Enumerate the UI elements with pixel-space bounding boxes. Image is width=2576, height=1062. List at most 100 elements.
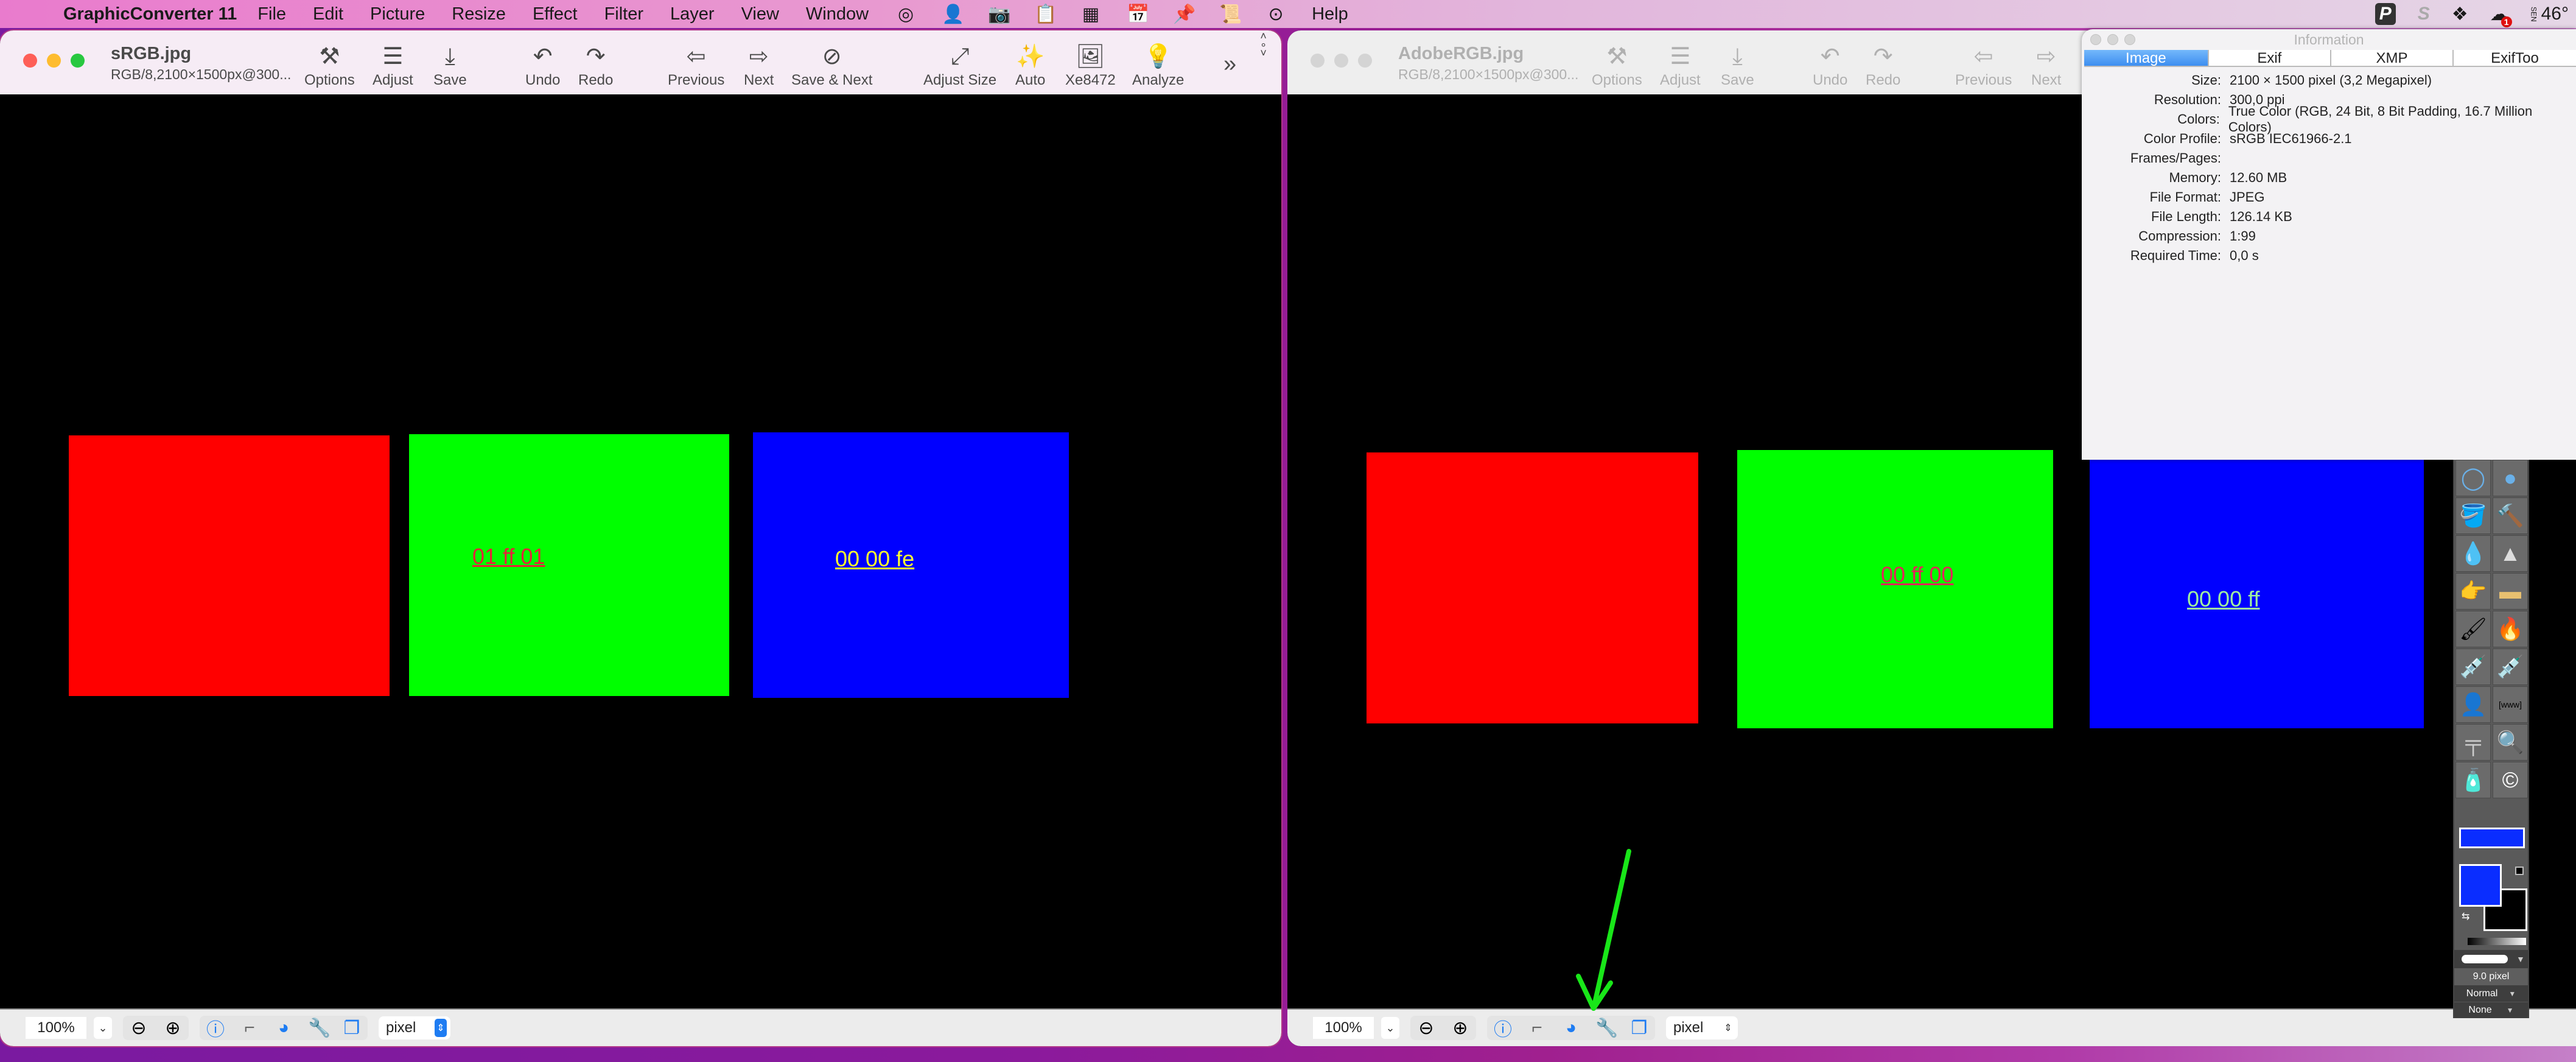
magnifier-icon[interactable]: 🔍 [2493,724,2528,761]
adjust-button[interactable]: ☰ Adjust [1660,41,1701,89]
menu-filter[interactable]: Filter [604,4,643,24]
glue-icon[interactable]: 🧴 [2455,762,2491,798]
zoom-dropdown[interactable]: ⌄ [1381,1017,1399,1039]
pattern-swatch[interactable] [2459,828,2525,848]
copy-icon[interactable]: ❐ [342,1018,362,1039]
save-next-button[interactable]: ⊘ Save & Next [791,41,872,89]
image-canvas[interactable]: 01 ff 01 00 00 fe [0,94,1281,1008]
wrench-icon[interactable]: 🔧 [1595,1018,1618,1039]
previous-button[interactable]: ⇦ Previous [668,41,724,89]
more-icon[interactable]: ⊙ [1265,4,1286,25]
close-button[interactable] [23,54,37,68]
burn-brush-icon[interactable]: 🔥 [2493,611,2528,647]
temperature[interactable]: 46° [2541,4,2569,24]
copy-icon[interactable]: ❐ [1629,1018,1649,1039]
close-button[interactable] [1311,54,1325,68]
copyright-icon[interactable]: © [2493,762,2528,798]
xe8472-button[interactable]: 🖼 Xe8472 [1065,41,1116,89]
redo-button[interactable]: ↷ Redo [1866,41,1900,89]
smudge-finger-icon[interactable]: 👉 [2455,573,2491,610]
ellipse-filled-icon[interactable]: ● [2493,460,2528,496]
caliper-icon[interactable]: ╤ [2455,724,2491,761]
menu-layer[interactable]: Layer [670,4,715,24]
previous-button[interactable]: ⇦ Previous [1955,41,2012,89]
zoom-button[interactable] [71,54,85,68]
text-frame-icon[interactable]: [www] [2493,686,2528,723]
swap-colors-icon[interactable]: ⇆ [2462,910,2469,923]
dropbox-icon[interactable]: ❖ [2452,4,2468,25]
color-profile-icon[interactable]: ◕ [274,1018,293,1038]
save-button[interactable]: ⤓ Save [1721,41,1754,89]
water-drop-icon[interactable]: 💧 [2455,535,2491,572]
zoom-field[interactable]: 100% [1313,1017,1374,1039]
camera-icon[interactable]: 📷 [988,4,1010,25]
menu-effect[interactable]: Effect [533,4,578,24]
undo-button[interactable]: ↶ Undo [525,41,560,89]
ruler-icon[interactable]: ⌐ [240,1018,259,1038]
minimize-button[interactable] [47,54,61,68]
menu-edit[interactable]: Edit [313,4,343,24]
extra-mode-select[interactable]: None ▼ [2454,1002,2528,1018]
weather-icon[interactable]: SEN [2530,7,2538,22]
tab-image[interactable]: Image [2084,50,2209,66]
tab-exiftool[interactable]: ExifToo [2454,50,2576,66]
pin-icon[interactable]: 📌 [1173,4,1195,25]
blend-mode-select[interactable]: Normal ▼ [2454,985,2528,1002]
brush-icon[interactable]: 🖌 [2455,611,2491,647]
menu-resize[interactable]: Resize [452,4,506,24]
s-app-icon[interactable]: S [2418,4,2430,24]
adjust-size-button[interactable]: ⤢ Adjust Size [923,41,996,89]
info-icon[interactable]: ⓘ [206,1015,225,1041]
options-button[interactable]: ⚒ Options [1592,41,1642,89]
analyze-button[interactable]: 💡 Analyze [1132,41,1184,89]
tab-exif[interactable]: Exif [2208,50,2331,66]
toolbar-scroll-stepper[interactable]: ˄ ∘ ˅ [1260,30,1267,58]
menu-file[interactable]: File [257,4,286,24]
wrench-icon[interactable]: 🔧 [308,1018,331,1039]
sponge-icon[interactable]: ▬ [2493,573,2528,610]
calendar-icon[interactable]: 📅 [1127,4,1149,25]
paint-bucket-icon[interactable]: 🪣 [2455,498,2491,534]
brush-shape-select[interactable]: ▼ [2454,950,2528,968]
zoom-in-icon[interactable]: ⊕ [163,1018,183,1039]
unit-select[interactable]: pixel ⇕ [1666,1016,1738,1039]
box-icon[interactable]: ▦ [1080,4,1101,25]
ellipse-outline-icon[interactable]: ◯ [2455,460,2491,496]
color-profile-icon[interactable]: ◕ [1561,1018,1581,1038]
auto-button[interactable]: ✨ Auto [1015,41,1045,89]
foreground-color-well[interactable] [2459,864,2502,907]
menu-window[interactable]: Window [806,4,869,24]
next-button[interactable]: ⇨ Next [2031,41,2061,89]
eyedropper-icon[interactable]: 💉 [2455,649,2491,685]
info-icon[interactable]: ⓘ [1493,1015,1513,1041]
adjust-button[interactable]: ☰ Adjust [373,41,413,89]
menu-picture[interactable]: Picture [370,4,425,24]
zoom-field[interactable]: 100% [26,1017,86,1039]
silhouette-icon[interactable]: 👤 [2455,686,2491,723]
toolbar-overflow-button[interactable]: » [1223,49,1236,79]
menu-app-name[interactable]: GraphicConverter 11 [63,4,237,24]
target-icon[interactable]: ◎ [895,4,916,25]
zoom-dropdown[interactable]: ⌄ [94,1017,112,1039]
person-icon[interactable]: 👤 [942,4,964,25]
zoom-out-icon[interactable]: ⊖ [1416,1018,1436,1039]
zoom-in-icon[interactable]: ⊕ [1451,1018,1470,1039]
ruler-icon[interactable]: ⌐ [1527,1018,1547,1038]
zoom-button[interactable] [1358,54,1372,68]
redo-button[interactable]: ↷ Redo [578,41,613,89]
eyedropper-fill-icon[interactable]: 💉 [2493,649,2528,685]
next-button[interactable]: ⇨ Next [744,41,774,89]
save-button[interactable]: ⤓ Save [433,41,467,89]
scroll-icon[interactable]: 📜 [1219,4,1242,25]
gray-ramp[interactable] [2468,938,2526,945]
sharpen-cone-icon[interactable]: ▲ [2493,535,2528,572]
minimize-button[interactable] [1334,54,1348,68]
p-app-icon[interactable]: P [2375,3,2396,25]
menu-view[interactable]: View [741,4,779,24]
cloud-icon[interactable]: ☁ 1 [2490,4,2512,27]
tab-xmp[interactable]: XMP [2331,50,2454,66]
stamp-icon[interactable]: 🔨 [2493,498,2528,534]
zoom-out-icon[interactable]: ⊖ [129,1018,149,1039]
default-colors-icon[interactable] [2515,867,2524,875]
undo-button[interactable]: ↶ Undo [1813,41,1847,89]
